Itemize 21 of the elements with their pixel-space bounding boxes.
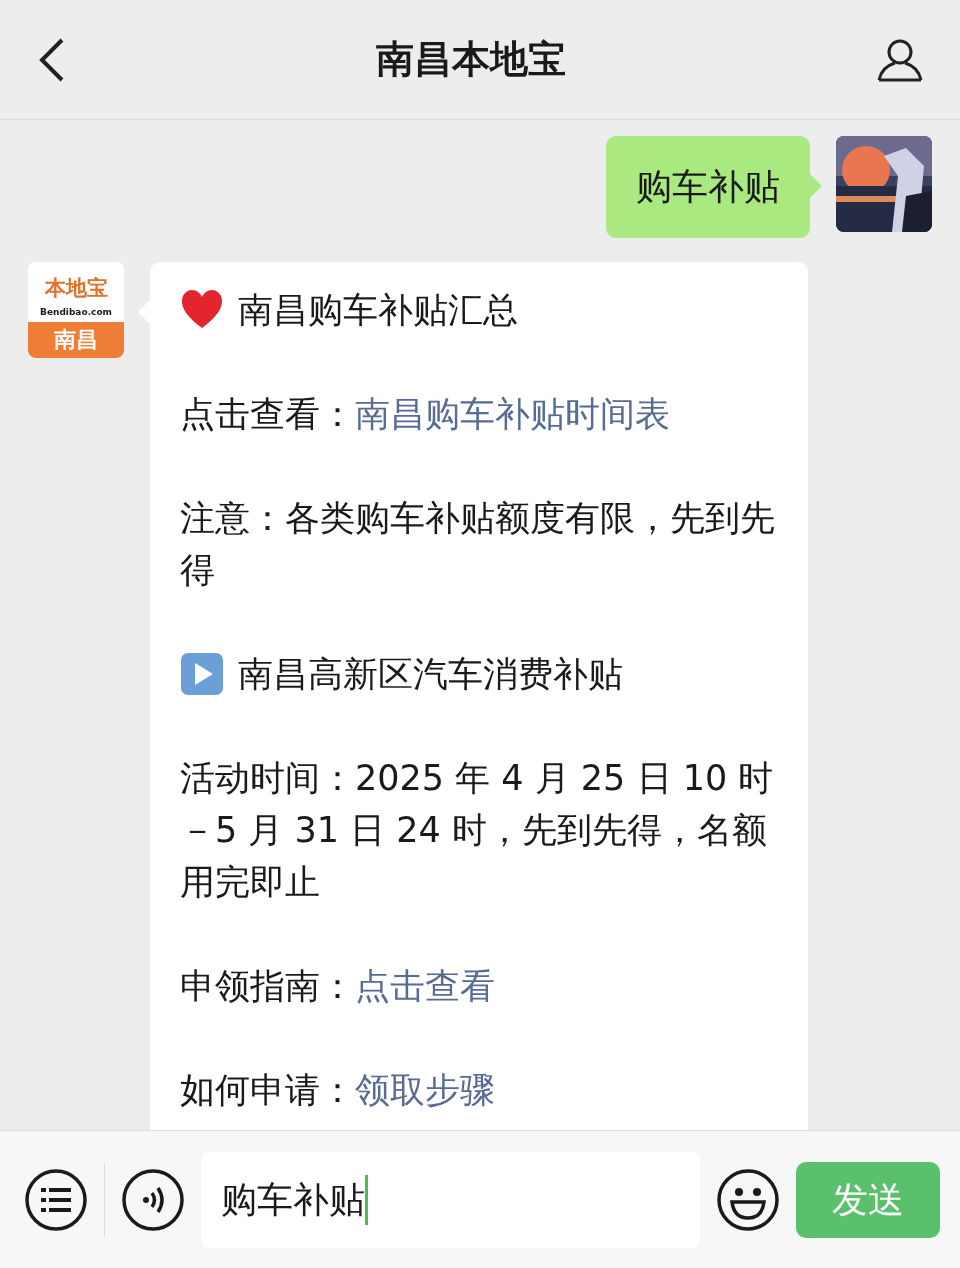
- emoji-icon[interactable]: [716, 1167, 780, 1232]
- heading-text: 南昌购车补贴汇总: [238, 289, 518, 332]
- menu-icon[interactable]: [24, 1167, 88, 1232]
- logo-text: 本地宝: [44, 276, 108, 300]
- link[interactable]: 南昌购车补贴时间表: [355, 394, 670, 434]
- message-text: 活动时间：2025 年 4 月 25 日 10 时－5 月 31 日 24 时，先到先得，名额用完即止: [180, 758, 774, 902]
- window-title: 南昌本地宝: [376, 36, 566, 83]
- label-text: 如何申请：: [180, 1070, 355, 1110]
- bubble-tail: [810, 174, 822, 198]
- input-field[interactable]: 购车补贴: [201, 1151, 700, 1248]
- message-text: 注意：各类购车补贴额度有限，先到先得: [180, 498, 775, 590]
- message-bubble: 购车补贴: [606, 136, 810, 238]
- play-icon: [180, 652, 224, 696]
- label-text: 点击查看：: [180, 394, 355, 434]
- voice-icon[interactable]: [121, 1167, 185, 1232]
- logo-text: Bendibao.com: [40, 306, 112, 318]
- link[interactable]: 点击查看: [355, 966, 495, 1006]
- city-label: 南昌: [28, 322, 124, 358]
- link[interactable]: 领取步骤: [355, 1070, 495, 1110]
- heading-text: 南昌高新区汽车消费补贴: [238, 653, 623, 696]
- label-text: 申领指南：: [180, 966, 355, 1006]
